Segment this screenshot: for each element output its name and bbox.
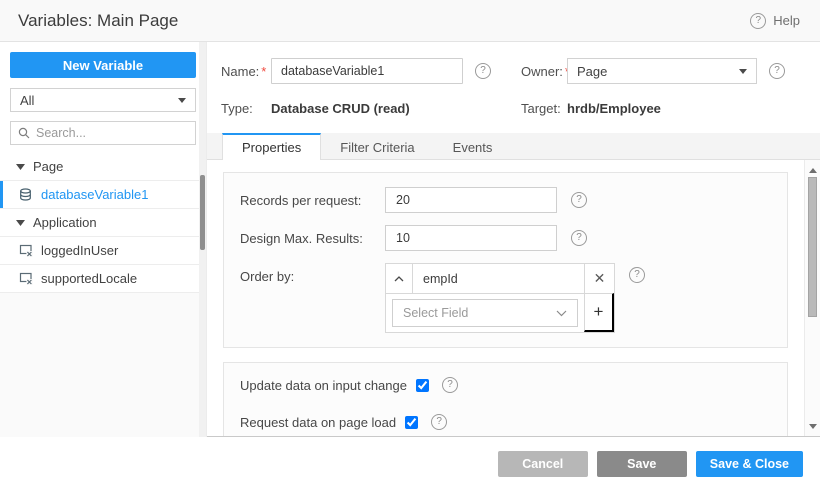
type-label: Type: [221, 101, 271, 116]
name-label: Name:* [221, 64, 271, 79]
help-label: Help [773, 13, 800, 28]
owner-select[interactable]: Page [567, 58, 757, 84]
behavior-settings-group: Update data on input change ? Request da… [223, 362, 788, 437]
help-button[interactable]: ? Help [750, 13, 800, 29]
records-per-request-label: Records per request: [240, 193, 385, 208]
variable-icon [19, 244, 33, 257]
dialog-footer: Cancel Save Save & Close [0, 437, 820, 490]
tree-group-label: Page [33, 159, 63, 174]
tree-item-label: supportedLocale [41, 271, 137, 286]
add-order-field-button[interactable]: + [584, 293, 614, 332]
update-on-input-checkbox[interactable] [416, 379, 429, 392]
design-max-help-icon[interactable]: ? [571, 230, 587, 246]
search-input[interactable] [36, 126, 197, 140]
target-label: Target: [521, 101, 567, 116]
cancel-button[interactable]: Cancel [498, 451, 588, 477]
tab-events[interactable]: Events [434, 133, 512, 159]
tree-group-page[interactable]: Page [0, 153, 206, 181]
select-field-cell: Select Field [386, 293, 584, 332]
filter-selected-value: All [20, 93, 34, 108]
request-on-load-help-icon[interactable]: ? [431, 414, 447, 430]
data-settings-group: Records per request: ? Design Max. Resul… [223, 172, 788, 348]
database-variable-icon [19, 188, 33, 202]
tree-group-application[interactable]: Application [0, 209, 206, 237]
save-and-close-button[interactable]: Save & Close [696, 451, 803, 477]
required-asterisk: * [261, 64, 266, 79]
tree-group-label: Application [33, 215, 97, 230]
order-by-widget: ✕ Select Field + [385, 263, 615, 333]
variable-filter-select[interactable]: All [10, 88, 196, 112]
design-max-results-input[interactable] [385, 225, 557, 251]
help-icon: ? [750, 13, 766, 29]
sidebar-scrollbar-thumb[interactable] [200, 175, 205, 250]
variable-summary-form: Name:* ? Owner:* Page ? Type: Database C… [207, 42, 820, 133]
records-per-request-input[interactable] [385, 187, 557, 213]
page-title: Variables: Main Page [18, 11, 178, 31]
variables-tree: Page databaseVariable1 Application [0, 153, 206, 293]
detail-tabbar: Properties Filter Criteria Events [207, 133, 820, 160]
sort-direction-button[interactable] [386, 264, 412, 293]
tree-item-supportedlocale[interactable]: supportedLocale [0, 265, 206, 293]
sidebar-scrollbar[interactable] [199, 42, 206, 437]
tab-filter-criteria[interactable]: Filter Criteria [321, 133, 433, 159]
update-on-input-label: Update data on input change [240, 378, 407, 393]
order-by-label: Order by: [240, 269, 385, 284]
search-box [10, 121, 196, 145]
properties-tab-content: Records per request: ? Design Max. Resul… [207, 160, 820, 437]
order-by-help-icon[interactable]: ? [629, 267, 645, 283]
save-button[interactable]: Save [597, 451, 687, 477]
collapse-caret-icon [16, 164, 25, 170]
target-value: hrdb/Employee [567, 101, 757, 116]
dialog-header: Variables: Main Page ? Help [0, 0, 820, 42]
tree-item-label: databaseVariable1 [41, 187, 148, 202]
variable-detail-panel: Name:* ? Owner:* Page ? Type: Database C… [207, 42, 820, 437]
sidebar-controls: New Variable All [0, 42, 206, 153]
order-by-field-input[interactable] [412, 264, 584, 293]
collapse-caret-icon [16, 220, 25, 226]
scroll-up-arrow-icon[interactable] [805, 163, 820, 177]
select-field-placeholder: Select Field [403, 306, 468, 320]
request-on-load-label: Request data on page load [240, 415, 396, 430]
variable-icon [19, 272, 33, 285]
new-variable-button[interactable]: New Variable [10, 52, 196, 78]
name-input[interactable] [271, 58, 463, 84]
dropdown-arrow-icon [178, 98, 186, 103]
main-area: New Variable All Page [0, 42, 820, 437]
owner-label: Owner:* [521, 64, 567, 79]
dropdown-arrow-icon [739, 69, 747, 74]
content-scrollbar[interactable] [804, 160, 820, 436]
scroll-down-arrow-icon[interactable] [805, 419, 820, 433]
name-help-icon[interactable]: ? [475, 63, 491, 79]
tree-item-label: loggedInUser [41, 243, 118, 258]
records-help-icon[interactable]: ? [571, 192, 587, 208]
content-scrollbar-thumb[interactable] [808, 177, 817, 317]
chevron-down-icon [556, 310, 567, 317]
search-icon [18, 127, 30, 139]
variables-dialog: Variables: Main Page ? Help New Variable… [0, 0, 820, 490]
type-value: Database CRUD (read) [271, 101, 463, 116]
update-on-input-help-icon[interactable]: ? [442, 377, 458, 393]
owner-selected-value: Page [577, 64, 607, 79]
remove-order-field-button[interactable]: ✕ [584, 264, 614, 293]
owner-help-icon[interactable]: ? [769, 63, 785, 79]
request-on-load-checkbox[interactable] [405, 416, 418, 429]
design-max-results-label: Design Max. Results: [240, 231, 385, 246]
variables-sidebar: New Variable All Page [0, 42, 207, 437]
select-field-dropdown[interactable]: Select Field [392, 299, 578, 327]
tree-item-databasevariable1[interactable]: databaseVariable1 [0, 181, 206, 209]
tree-item-loggedinuser[interactable]: loggedInUser [0, 237, 206, 265]
tab-properties[interactable]: Properties [222, 133, 321, 160]
